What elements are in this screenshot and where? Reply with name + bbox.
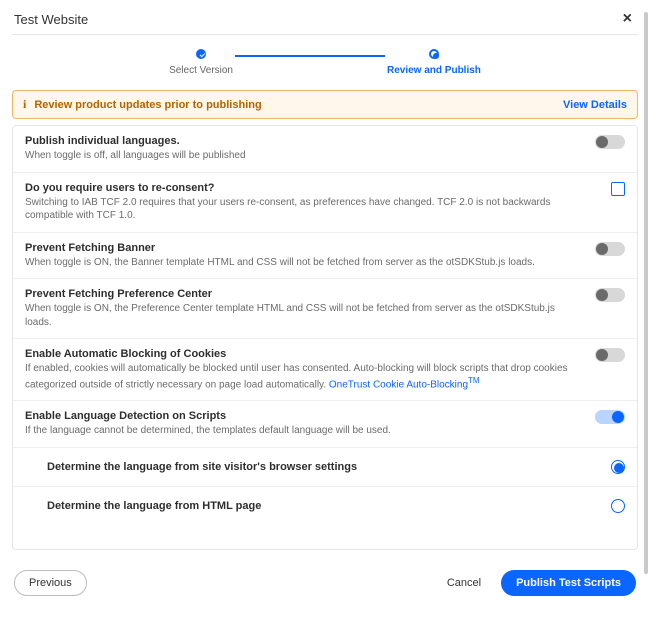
option-desc: If the language cannot be determined, th… (25, 424, 575, 438)
cancel-button[interactable]: Cancel (435, 571, 493, 595)
publish-button[interactable]: Publish Test Scripts (501, 570, 636, 596)
step-connector (235, 55, 385, 57)
alert-left: i Review product updates prior to publis… (23, 97, 262, 112)
modal-test-website: Test Website × Select Version Review and… (0, 0, 650, 618)
tm-sup: TM (468, 376, 480, 385)
previous-button[interactable]: Previous (14, 570, 87, 596)
option-desc: When toggle is ON, the Banner template H… (25, 256, 575, 270)
step-label: Select Version (169, 65, 233, 76)
option-reconsent: Do you require users to re-consent? Swit… (13, 173, 637, 233)
option-title: Enable Automatic Blocking of Cookies (25, 348, 575, 360)
option-title: Enable Language Detection on Scripts (25, 410, 575, 422)
option-text: Enable Language Detection on Scripts If … (25, 410, 575, 438)
option-lang-detect: Enable Language Detection on Scripts If … (13, 401, 637, 448)
stepper: Select Version Review and Publish (12, 35, 638, 82)
option-text: Prevent Fetching Banner When toggle is O… (25, 242, 575, 270)
radio-option-browser[interactable]: Determine the language from site visitor… (13, 448, 637, 487)
option-desc: If enabled, cookies will automatically b… (25, 362, 575, 391)
radio-browser[interactable] (611, 460, 625, 474)
checkbox-reconsent[interactable] (611, 182, 625, 196)
option-control (595, 242, 625, 256)
options-card: Publish individual languages. When toggl… (12, 125, 638, 550)
radio-option-html[interactable]: Determine the language from HTML page (13, 487, 637, 525)
auto-blocking-link[interactable]: OneTrust Cookie Auto-Blocking (329, 379, 468, 390)
option-control (595, 410, 625, 424)
view-details-link[interactable]: View Details (563, 99, 627, 111)
footer-right: Cancel Publish Test Scripts (435, 570, 636, 596)
toggle-publish-langs[interactable] (595, 135, 625, 149)
step-select-version[interactable]: Select Version (169, 49, 233, 76)
option-desc: Switching to IAB TCF 2.0 requires that y… (25, 196, 591, 223)
toggle-lang-detect[interactable] (595, 410, 625, 424)
option-title: Prevent Fetching Preference Center (25, 288, 575, 300)
option-control (595, 135, 625, 149)
radio-label: Determine the language from site visitor… (47, 461, 357, 473)
step-label: Review and Publish (387, 65, 481, 76)
toggle-prevent-pc[interactable] (595, 288, 625, 302)
option-text: Do you require users to re-consent? Swit… (25, 182, 591, 223)
toggle-prevent-banner[interactable] (595, 242, 625, 256)
option-desc-pre: If enabled, cookies will automatically b… (25, 363, 568, 390)
option-desc: When toggle is ON, the Preference Center… (25, 302, 575, 329)
modal-header: Test Website × (12, 8, 638, 35)
modal-footer: Previous Cancel Publish Test Scripts (12, 550, 638, 596)
close-icon[interactable]: × (619, 10, 636, 28)
option-title: Prevent Fetching Banner (25, 242, 575, 254)
option-desc: When toggle is off, all languages will b… (25, 149, 575, 163)
alert-review-updates: i Review product updates prior to publis… (12, 90, 638, 119)
option-title: Publish individual languages. (25, 135, 575, 147)
step-review-publish[interactable]: Review and Publish (387, 49, 481, 76)
toggle-auto-block[interactable] (595, 348, 625, 362)
step-dot-done-icon (196, 49, 206, 59)
page-scrollbar[interactable] (644, 12, 648, 574)
option-auto-block: Enable Automatic Blocking of Cookies If … (13, 339, 637, 401)
page-title: Test Website (14, 12, 88, 27)
alert-text: Review product updates prior to publishi… (34, 99, 261, 111)
option-text: Publish individual languages. When toggl… (25, 135, 575, 163)
option-control (595, 348, 625, 362)
option-control (611, 182, 625, 196)
info-icon: i (23, 97, 26, 112)
option-title: Do you require users to re-consent? (25, 182, 591, 194)
step-dot-active-icon (429, 49, 439, 59)
option-prevent-banner: Prevent Fetching Banner When toggle is O… (13, 233, 637, 280)
radio-html[interactable] (611, 499, 625, 513)
radio-label: Determine the language from HTML page (47, 500, 261, 512)
option-text: Enable Automatic Blocking of Cookies If … (25, 348, 575, 391)
option-prevent-pc: Prevent Fetching Preference Center When … (13, 279, 637, 339)
option-publish-langs: Publish individual languages. When toggl… (13, 126, 637, 173)
option-control (595, 288, 625, 302)
option-text: Prevent Fetching Preference Center When … (25, 288, 575, 329)
